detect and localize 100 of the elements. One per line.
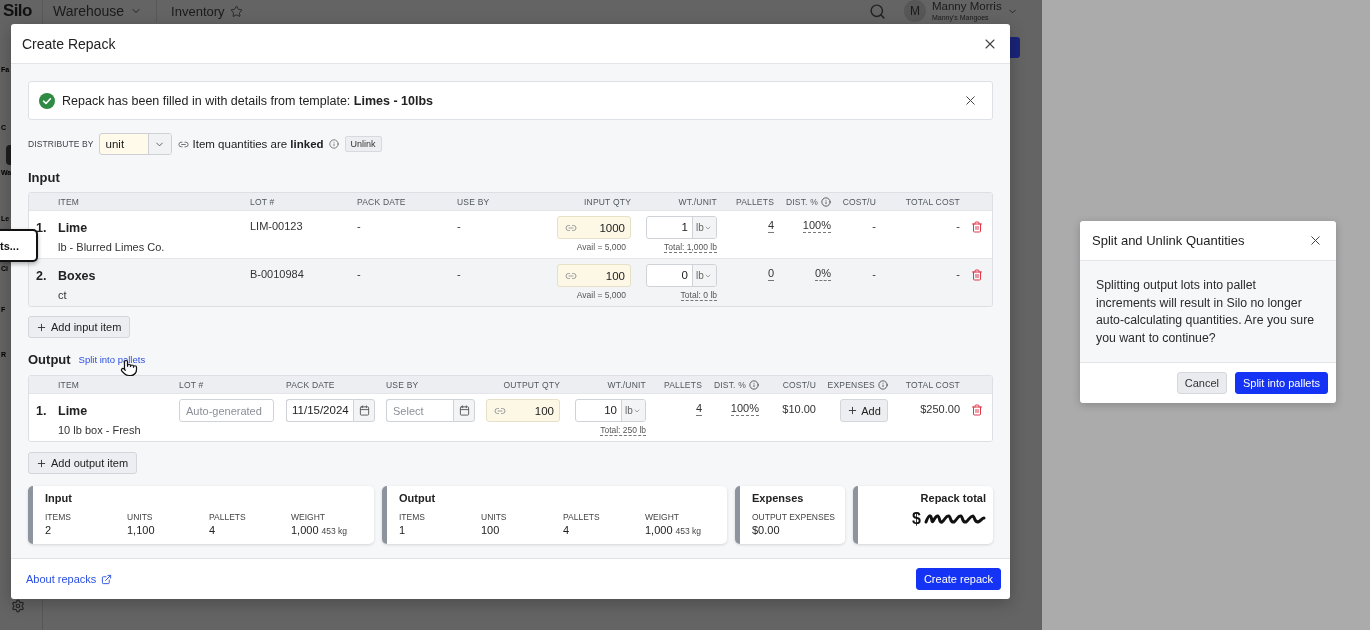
stat-value: 1,000 [645,524,673,536]
search-icon[interactable] [869,2,886,20]
column-header: INPUT QTY [584,196,631,207]
stat-unit: 453 kg [321,526,348,536]
stat-value: 1,000 [291,524,319,536]
stat-label: UNITS [127,512,154,522]
cancel-button[interactable]: Cancel [1176,372,1227,394]
column-header: PACK DATE [286,379,335,390]
lot-number: LIM-00123 [250,219,303,234]
pallets-count: 0 [767,267,774,281]
dialog-message: Splitting output lots into pallet increments will result in Silo no longer auto-calculating quantities. Are you sure you want to continue? [1096,277,1316,347]
use-by-date: - [457,219,461,234]
column-header: EXPENSES [827,379,875,390]
stat-label: OUTPUT EXPENSES [752,512,834,522]
trash-icon[interactable] [971,269,983,281]
total-cost: - [956,219,960,234]
column-header: DIST. % [785,196,818,207]
column-header: PALLETS [735,196,774,207]
total-weight: Total: 0 lb [680,290,717,301]
confirm-button[interactable]: Split into pallets [1234,372,1328,394]
plus-icon [36,457,47,469]
add-input-item-button[interactable]: Add input item [28,316,131,338]
modal-title: Create Repack [22,35,116,52]
page-title: Inventory [171,3,225,19]
add-output-item-button[interactable]: Add output item [28,452,138,474]
row-number: 1. [35,403,47,420]
trash-icon[interactable] [971,221,983,233]
distribution-percent: 100% [730,402,759,416]
lot-number-field[interactable]: Auto-generated [179,399,274,422]
card-title: Repack total [920,492,986,504]
quantity-field[interactable]: 100 [486,399,560,422]
column-header: LOT # [179,379,204,390]
about-repacks-link[interactable]: About repacks [26,573,113,585]
column-header: PACK DATE [357,196,406,207]
item-name: Boxes [58,268,96,285]
total-weight: Total: 250 lb [600,425,646,436]
trash-icon[interactable] [971,404,983,416]
star-icon[interactable] [229,4,243,18]
calendar-icon [358,405,370,416]
nav-tile-icon[interactable] [6,145,11,165]
external-link-icon [101,573,113,585]
stat-label: WEIGHT [645,512,680,522]
use-by-field[interactable]: Select [386,399,453,422]
calendar-button[interactable] [353,399,375,422]
add-expense-button[interactable]: Add [840,399,888,422]
calendar-button[interactable] [453,399,475,422]
stat-label: PALLETS [209,512,247,522]
column-header: OUTPUT QTY [503,379,560,390]
lot-number: B-0010984 [250,267,304,282]
weight-field[interactable]: 0 lb [646,264,717,287]
column-header: ITEM [58,196,80,207]
weight-unit-dropdown[interactable]: lb [692,217,716,238]
link-status: Item quantities are linked [192,138,324,150]
stat-value: 2 [45,524,52,536]
calendar-icon [458,405,470,416]
stat-label: PALLETS [563,512,601,522]
section-title: Input [28,169,60,185]
stat-unit: 453 kg [675,526,702,536]
pack-date: - [357,267,361,282]
stat-value: 100 [481,524,500,536]
close-icon[interactable] [963,93,978,108]
pack-date-field[interactable]: 11/15/2024 [286,399,353,422]
settings-icon[interactable] [11,599,25,613]
column-header: COST/U [782,379,816,390]
weight-unit-dropdown[interactable]: lb [621,400,645,421]
stat-value: 4 [209,524,216,536]
column-header: WT./UNIT [678,196,717,207]
weight-field[interactable]: 10 lb [575,399,646,422]
create-repack-button[interactable]: Create repack [915,568,1001,590]
column-header: WT./UNIT [607,379,646,390]
unlink-button[interactable]: Unlink [344,136,382,152]
distribute-by-select[interactable]: unit [98,133,172,155]
item-detail: 10 lb box - Fresh [58,423,141,437]
available-note: Avail = 5,000 [576,290,627,300]
column-header: COST/U [842,196,876,207]
section-title: Output [28,351,71,367]
column-header: USE BY [457,196,490,207]
weight-unit-dropdown[interactable]: lb [692,265,716,286]
cost-per-unit: - [872,267,876,282]
check-circle-icon [39,92,55,109]
stat-value: 4 [563,524,570,536]
close-icon[interactable] [1308,233,1323,248]
stat-label: ITEMS [45,512,72,522]
stat-value: 1,100 [127,524,155,536]
scribble-icon [924,513,986,525]
row-number: 1. [35,220,47,237]
item-name: Lime [58,220,88,237]
quantity-field[interactable]: 1000 [557,216,631,239]
distribution-percent: 100% [802,219,831,233]
card-title: Output [399,492,436,504]
column-header: DIST. % [713,379,746,390]
weight-field[interactable]: 1 lb [646,216,717,239]
cost-per-unit: $10.00 [782,402,816,417]
quantity-field[interactable]: 100 [557,264,631,287]
split-into-pallets-link[interactable]: Split into pallets [78,353,146,365]
distribute-label: DISTRIBUTE BY [28,139,94,149]
user-name: Manny Morris [932,0,1003,13]
stat-label: WEIGHT [291,512,326,522]
item-name: Lime [58,403,88,420]
card-title: Expenses [752,492,804,504]
